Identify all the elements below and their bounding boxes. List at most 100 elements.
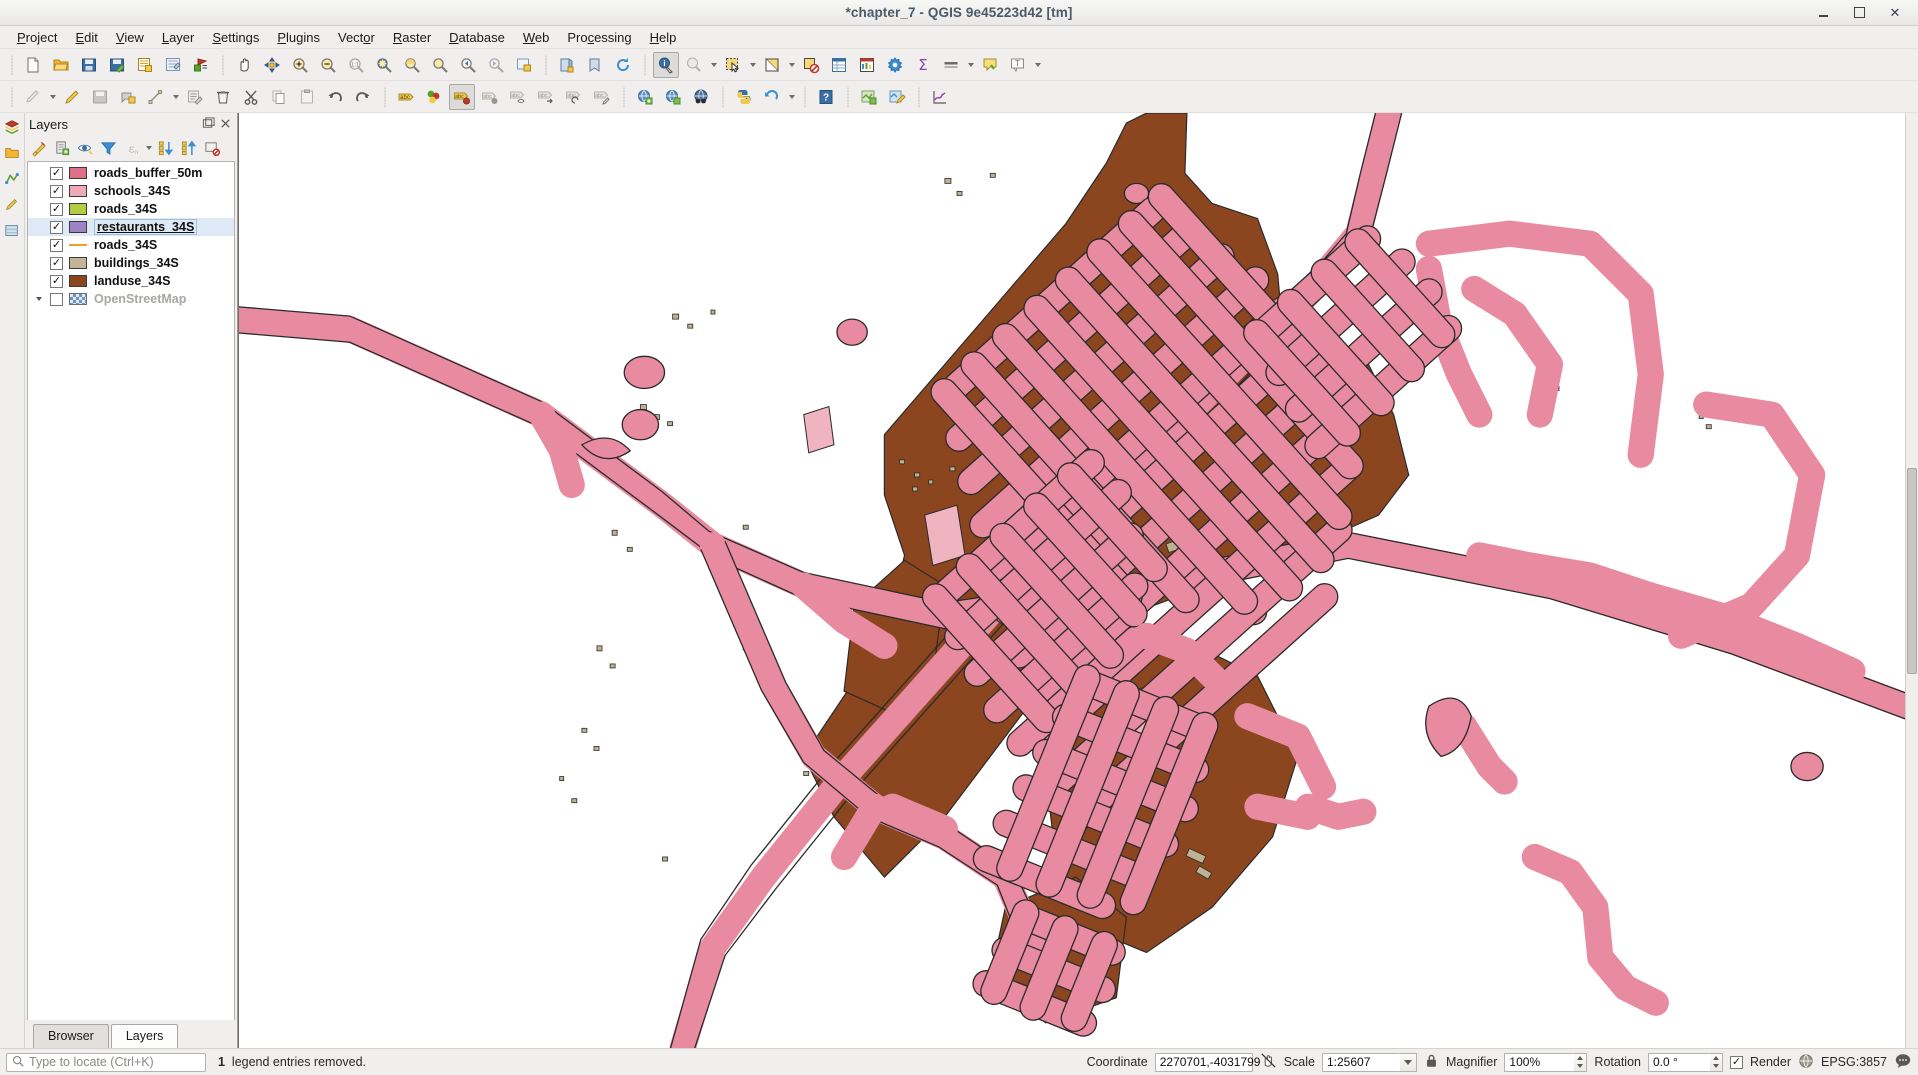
select-features-icon[interactable] [720, 52, 746, 78]
open-project-icon[interactable] [48, 52, 74, 78]
magnifier-stepper[interactable] [1574, 1053, 1587, 1072]
layer-row[interactable]: ✓ roads_buffer_50m [28, 164, 234, 182]
layer-visibility-checkbox[interactable]: ✓ [50, 185, 63, 198]
paste-features-icon[interactable] [294, 84, 320, 110]
filter-legend-icon[interactable] [97, 137, 119, 159]
layer-row[interactable]: ✓ landuse_34S [28, 272, 234, 290]
select-value-icon[interactable] [759, 52, 785, 78]
plugin-manager-icon[interactable] [759, 84, 785, 110]
add-feature-icon[interactable] [115, 84, 141, 110]
layer-row[interactable]: ✓ buildings_34S [28, 254, 234, 272]
crs-label[interactable]: EPSG:3857 [1821, 1055, 1887, 1069]
filter-expression-dropdown-arrow[interactable] [143, 135, 154, 161]
field-calculator-icon[interactable]: Σ [910, 52, 936, 78]
modify-attributes-icon[interactable] [182, 84, 208, 110]
change-label-icon[interactable]: abc [589, 84, 615, 110]
layer-visibility-checkbox[interactable]: ✓ [50, 257, 63, 270]
styling-icon[interactable] [421, 84, 447, 110]
menu-database[interactable]: Database [440, 28, 514, 47]
maximize-button[interactable] [1852, 6, 1866, 20]
remove-layer-group-icon[interactable] [201, 137, 223, 159]
layer-visibility-checkbox[interactable]: ✓ [50, 167, 63, 180]
style-manager-icon[interactable] [188, 52, 214, 78]
chevron-down-icon[interactable] [1400, 1053, 1417, 1072]
tab-layers[interactable]: Layers [111, 1024, 179, 1048]
statistical-summary-icon[interactable] [854, 52, 880, 78]
new-project-icon[interactable] [20, 52, 46, 78]
menu-edit[interactable]: Edit [66, 28, 106, 47]
zoom-native-icon[interactable]: 1:1 [343, 52, 369, 78]
show-hide-labels-icon[interactable]: abc [505, 84, 531, 110]
zoom-out-icon[interactable] [315, 52, 341, 78]
pin-labels-icon[interactable]: abc [477, 84, 503, 110]
dock-add-vector-icon[interactable] [4, 171, 20, 190]
layer-tree[interactable]: ✓ roads_buffer_50m ✓ schools_34S ✓ roads… [27, 161, 235, 1020]
save-project-icon[interactable] [76, 52, 102, 78]
expand-collapse-icon[interactable] [34, 296, 44, 302]
select-value-dropdown-arrow[interactable] [786, 52, 797, 78]
plot-icon[interactable] [927, 84, 953, 110]
menu-project[interactable]: Project [8, 28, 66, 47]
zoom-to-selection-icon[interactable] [399, 52, 425, 78]
cut-features-icon[interactable] [238, 84, 264, 110]
filter-legend-expression-icon[interactable]: εn [120, 137, 142, 159]
delete-selected-icon[interactable] [210, 84, 236, 110]
lock-scale-icon[interactable] [1424, 1053, 1439, 1072]
rotation-spinbox[interactable]: 0.0 ° [1648, 1053, 1723, 1072]
processing-toolbox-icon[interactable] [882, 52, 908, 78]
layer-visibility-checkbox[interactable] [50, 293, 63, 306]
scale-value[interactable]: 1:25607 [1322, 1053, 1400, 1072]
new-3d-map-view-icon[interactable] [554, 52, 580, 78]
layer-visibility-checkbox[interactable]: ✓ [50, 203, 63, 216]
rotation-stepper[interactable] [1710, 1053, 1723, 1072]
locator-search-input[interactable]: Type to locate (Ctrl+K) [6, 1053, 206, 1072]
toggle-extents-icon[interactable] [1260, 1052, 1277, 1072]
tab-browser[interactable]: Browser [33, 1024, 109, 1048]
metasearch-icon[interactable] [688, 84, 714, 110]
magnifier-value[interactable]: 100% [1504, 1053, 1574, 1072]
menu-settings[interactable]: Settings [203, 28, 268, 47]
label-icon[interactable]: abc [393, 84, 419, 110]
close-button[interactable]: ✕ [1888, 6, 1902, 20]
map-render[interactable]: .lu { fill:#8b4620; stroke:#2b2b2b; stro… [239, 113, 1918, 1048]
pan-to-selection-icon[interactable] [259, 52, 285, 78]
rotation-value[interactable]: 0.0 ° [1648, 1053, 1710, 1072]
vertex-tool-icon[interactable] [143, 84, 169, 110]
coordinate-input[interactable]: 2270701,-4031799 [1155, 1053, 1253, 1072]
zoom-last-icon[interactable] [455, 52, 481, 78]
map-canvas-container[interactable]: .lu { fill:#8b4620; stroke:#2b2b2b; stro… [238, 113, 1918, 1048]
panel-float-button[interactable] [202, 117, 216, 131]
magnifier-spinbox[interactable]: 100% [1504, 1053, 1587, 1072]
menu-plugins[interactable]: Plugins [268, 28, 329, 47]
toolbar-dropdown-arrow[interactable] [965, 52, 976, 78]
current-edits-dropdown-arrow[interactable] [47, 84, 58, 110]
add-group-icon[interactable] [51, 137, 73, 159]
menu-layer[interactable]: Layer [153, 28, 204, 47]
map-vertical-scrollbar[interactable] [1905, 113, 1918, 1048]
minimize-button[interactable] [1816, 6, 1830, 20]
menu-view[interactable]: View [107, 28, 153, 47]
undo-icon[interactable] [322, 84, 348, 110]
plugin-dropdown-arrow[interactable] [786, 84, 797, 110]
help-contents-icon[interactable]: ? [813, 84, 839, 110]
menu-help[interactable]: Help [641, 28, 686, 47]
text-annotation-icon[interactable]: T [1005, 52, 1031, 78]
map-tips-icon[interactable] [977, 52, 1003, 78]
scale-combo[interactable]: 1:25607 [1322, 1053, 1417, 1072]
annotation-dropdown-arrow[interactable] [1032, 52, 1043, 78]
panel-close-button[interactable] [219, 117, 233, 131]
layer-visibility-checkbox[interactable]: ✓ [50, 275, 63, 288]
new-print-layout-icon[interactable] [132, 52, 158, 78]
dock-layers-icon[interactable] [4, 119, 20, 138]
menu-web[interactable]: Web [514, 28, 559, 47]
zoom-full-icon[interactable] [371, 52, 397, 78]
zoom-in-icon[interactable] [287, 52, 313, 78]
measure-line-icon[interactable] [681, 52, 707, 78]
map-canvas[interactable]: .lu { fill:#8b4620; stroke:#2b2b2b; stro… [239, 113, 1918, 1048]
bookmarks-icon[interactable] [582, 52, 608, 78]
zoom-to-layer-icon[interactable] [427, 52, 453, 78]
identify-features-icon[interactable]: i [653, 52, 679, 78]
render-checkbox[interactable]: ✓ [1730, 1056, 1743, 1069]
dock-browser-icon[interactable] [4, 145, 20, 164]
messages-log-icon[interactable] [1894, 1052, 1912, 1073]
